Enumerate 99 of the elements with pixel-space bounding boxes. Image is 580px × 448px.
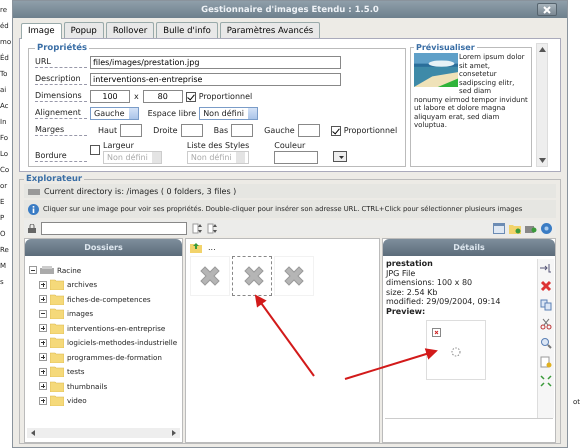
description-field[interactable]: interventions-en-entreprise	[90, 73, 341, 86]
expander-icon[interactable]	[29, 266, 37, 274]
folder-icon	[50, 352, 64, 363]
width-field[interactable]: 100	[90, 90, 130, 103]
field-label: Dimensions	[35, 91, 87, 102]
image-thumbnail[interactable]	[232, 256, 272, 296]
up-folder-icon[interactable]	[190, 242, 202, 253]
field-label: Description	[35, 74, 87, 85]
margin-field[interactable]	[120, 124, 142, 137]
group-legend: Propriétés	[35, 43, 90, 53]
checkbox-label: Proportionnel	[198, 92, 252, 101]
expander-icon[interactable]	[39, 310, 47, 318]
field-label: Marges	[35, 125, 87, 136]
parent-folder-link[interactable]: ...	[208, 243, 216, 252]
tab[interactable]: Bulle d'info	[156, 22, 218, 38]
folder-icon	[50, 279, 64, 290]
panel-header: Détails	[383, 239, 555, 256]
close-icon	[542, 4, 552, 14]
group-legend: Prévisualiser	[414, 43, 477, 52]
folder-icon	[50, 308, 64, 320]
drive-icon	[40, 266, 54, 274]
zoom-icon[interactable]	[540, 337, 552, 349]
cut-icon[interactable]	[540, 318, 552, 330]
expander-icon[interactable]	[39, 324, 47, 332]
margin-label: Bas	[214, 126, 228, 135]
expander-icon[interactable]	[39, 280, 47, 289]
checkbox[interactable]	[186, 92, 196, 102]
sort-icon[interactable]	[207, 222, 217, 234]
field-label: Espace libre	[148, 109, 196, 118]
field-label: Largeur	[103, 141, 135, 150]
tab[interactable]: Paramètres Avancés	[220, 22, 320, 38]
margin-field[interactable]	[231, 124, 254, 137]
insert-icon[interactable]	[540, 263, 552, 273]
delete-icon[interactable]	[540, 280, 552, 292]
folder-icon	[50, 337, 64, 348]
lock-icon	[28, 224, 36, 232]
expander-icon[interactable]	[39, 368, 47, 376]
filter-field[interactable]	[41, 222, 187, 234]
caret-icon	[336, 153, 346, 161]
file-name: prestation	[386, 259, 434, 268]
field-label: Liste des Styles	[186, 141, 250, 150]
sort-icon[interactable]	[192, 222, 202, 234]
preview-label: Preview:	[386, 306, 426, 316]
window-icon[interactable]	[493, 222, 505, 234]
directory-text: Current directory is: /images ( 0 folders, 3 files )	[44, 186, 236, 196]
info-icon	[28, 204, 39, 214]
margin-label: Haut	[98, 126, 118, 135]
folder-icon	[50, 294, 64, 305]
folder-icon	[50, 395, 64, 406]
window-title: Gestionnaire d'images Etendu : 1.5.0	[201, 4, 379, 14]
tab[interactable]: Rollover	[106, 22, 154, 38]
file-info: size: 2.54 Kb	[386, 288, 438, 297]
new-folder-icon[interactable]	[509, 222, 521, 234]
free-space-dropdown[interactable]: Non défini	[199, 107, 258, 120]
alignment-dropdown[interactable]: Gauche	[90, 107, 139, 120]
folder-icon	[50, 322, 64, 334]
folder-icon	[50, 380, 64, 392]
expander-icon[interactable]	[39, 396, 47, 405]
panel-header: Dossiers	[25, 239, 182, 256]
left-arrow-icon	[31, 430, 35, 436]
field-label: Alignement	[35, 108, 87, 119]
checkbox-label: Proportionnel	[344, 126, 398, 135]
loading-icon	[451, 347, 461, 357]
margin-field[interactable]	[180, 124, 203, 137]
file-info: dimensions: 100 x 80	[386, 278, 474, 288]
expander-icon[interactable]	[39, 382, 47, 390]
new-file-icon[interactable]	[540, 356, 552, 368]
expander-icon[interactable]	[39, 295, 47, 304]
broken-image-icon	[432, 328, 441, 337]
times-sign: x	[134, 92, 139, 101]
margin-label: Droite	[153, 126, 178, 135]
color-picker-button[interactable]	[333, 151, 348, 162]
drive-icon	[28, 188, 40, 194]
help-icon[interactable]	[541, 222, 552, 234]
expander-icon[interactable]	[39, 338, 47, 347]
folder-icon	[50, 366, 64, 378]
checkbox[interactable]	[330, 126, 341, 136]
scrollbar[interactable]	[536, 43, 548, 167]
margin-field[interactable]	[298, 124, 320, 137]
color-field[interactable]	[274, 151, 318, 164]
height-field[interactable]: 80	[142, 90, 183, 103]
field-label: Couleur	[274, 141, 306, 150]
margin-label: Gauche	[264, 126, 295, 135]
tab[interactable]: Image	[21, 23, 62, 39]
up-arrow-icon	[538, 47, 546, 52]
file-type: JPG File	[386, 268, 416, 278]
field-label: Bordure	[35, 151, 87, 162]
close-button[interactable]	[537, 3, 557, 16]
url-field[interactable]: files/images/prestation.jpg	[90, 56, 341, 69]
expander-icon[interactable]	[39, 353, 47, 362]
down-arrow-icon	[538, 158, 546, 163]
right-arrow-icon	[172, 430, 176, 436]
copy-icon[interactable]	[540, 299, 552, 311]
file-info: modified: 29/09/2004, 09:14	[386, 297, 502, 306]
field-label: URL	[35, 57, 87, 68]
checkbox[interactable]	[90, 145, 100, 155]
scrollbar[interactable]	[27, 428, 180, 438]
tab[interactable]: Popup	[64, 22, 104, 38]
resize-icon[interactable]	[540, 375, 552, 387]
